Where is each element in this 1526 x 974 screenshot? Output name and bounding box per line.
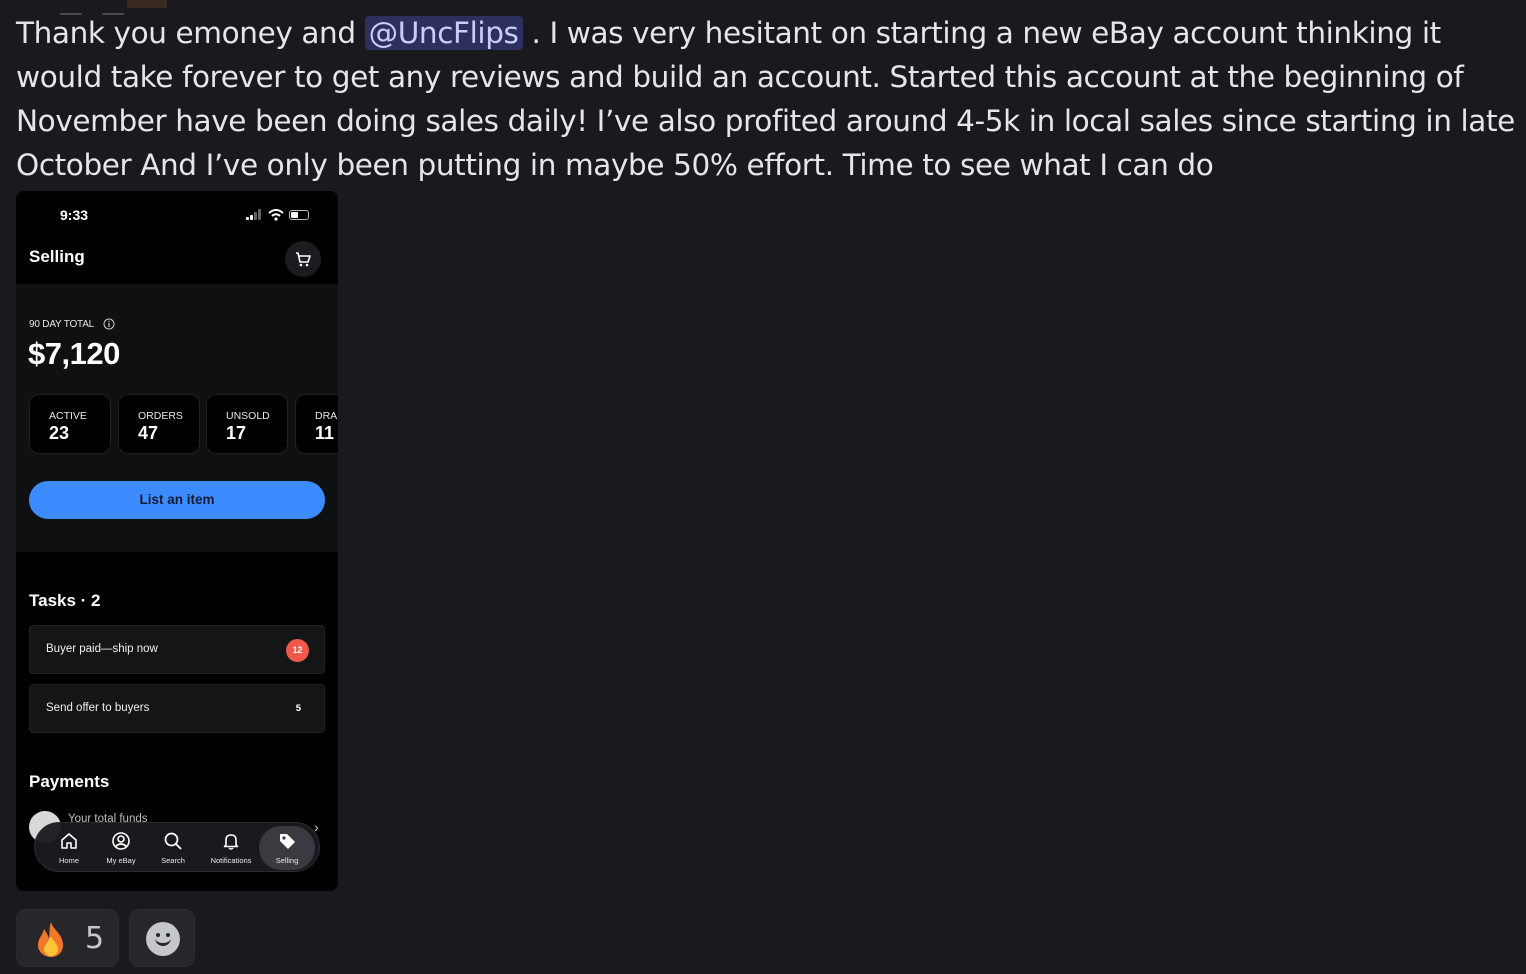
tab-selling[interactable]: Selling bbox=[259, 826, 315, 870]
battery-icon bbox=[289, 210, 309, 220]
tab-label: Home bbox=[58, 856, 79, 865]
tasks-title: Tasks · 2 bbox=[29, 591, 101, 610]
tab-label: Search bbox=[161, 856, 185, 865]
message-text: Thank you emoney and @UncFlips . I was v… bbox=[16, 11, 1516, 187]
stat-value: 11 bbox=[315, 423, 335, 443]
task-count-badge: 12 bbox=[286, 639, 309, 662]
task-count: 5 bbox=[295, 703, 301, 714]
task-label: Buyer paid—ship now bbox=[46, 643, 158, 655]
wifi-icon bbox=[268, 209, 284, 221]
stat-value: 23 bbox=[49, 423, 70, 443]
status-bar-icons bbox=[246, 209, 316, 221]
stat-card-orders[interactable]: ORDERS 47 bbox=[118, 394, 200, 454]
fire-emoji-icon bbox=[38, 922, 63, 957]
info-icon[interactable] bbox=[103, 318, 115, 330]
stat-label: UNSOLD bbox=[226, 410, 270, 422]
signal-icon bbox=[246, 209, 262, 220]
stat-label: DRAI bbox=[315, 410, 338, 422]
stats-row: ACTIVE 23 ORDERS 47 UNSOLD 17 DRAI 11 bbox=[29, 394, 338, 454]
stat-card-active[interactable]: ACTIVE 23 bbox=[29, 394, 111, 454]
search-icon bbox=[164, 832, 182, 850]
previous-message-text-edge bbox=[60, 0, 360, 15]
reaction-count: 5 bbox=[85, 921, 105, 956]
list-item-button[interactable]: List an item bbox=[29, 481, 325, 519]
task-row-ship-now[interactable]: Buyer paid—ship now 12 bbox=[29, 625, 325, 674]
total-label: 90 DAY TOTAL bbox=[29, 319, 95, 330]
stat-label: ACTIVE bbox=[49, 410, 87, 422]
attached-screenshot[interactable]: 9:33 Selling 90 DAY TOTAL $7,120 ACTIVE … bbox=[16, 191, 338, 891]
cart-button[interactable] bbox=[285, 241, 321, 277]
user-circle-icon bbox=[112, 832, 130, 850]
stat-card-unsold[interactable]: UNSOLD 17 bbox=[206, 394, 288, 454]
previous-message-edge bbox=[0, 0, 1526, 15]
payments-title: Payments bbox=[29, 772, 110, 791]
tab-notifications[interactable]: Notifications bbox=[203, 823, 259, 873]
tab-search[interactable]: Search bbox=[145, 823, 201, 873]
task-label: Send offer to buyers bbox=[46, 702, 150, 714]
tab-label: Selling bbox=[275, 856, 299, 865]
reaction-fire[interactable]: 5 bbox=[16, 909, 119, 967]
status-time: 9:33 bbox=[60, 207, 89, 223]
smiley-icon bbox=[146, 922, 180, 956]
avatar-edge bbox=[127, 0, 167, 8]
tab-label: My eBay bbox=[106, 856, 136, 865]
stat-label: ORDERS bbox=[138, 410, 183, 422]
bell-icon bbox=[223, 834, 239, 850]
user-mention[interactable]: @UncFlips bbox=[364, 16, 523, 50]
page-title: Selling bbox=[29, 247, 85, 266]
tag-icon bbox=[280, 834, 295, 849]
task-row-send-offer[interactable]: Send offer to buyers 5 bbox=[29, 684, 325, 733]
tab-my-ebay[interactable]: My eBay bbox=[93, 823, 149, 873]
tab-home[interactable]: Home bbox=[41, 823, 97, 873]
add-reaction-button[interactable] bbox=[129, 909, 195, 967]
bottom-tab-bar: Home My eBay Search Notifications Sellin… bbox=[34, 822, 320, 872]
stat-card-drafts[interactable]: DRAI 11 bbox=[295, 394, 338, 454]
cart-icon bbox=[296, 252, 311, 267]
total-value: $7,120 bbox=[28, 336, 120, 371]
home-icon bbox=[61, 833, 77, 849]
stat-value: 47 bbox=[138, 423, 159, 443]
tab-label: Notifications bbox=[210, 856, 252, 865]
stat-value: 17 bbox=[226, 423, 247, 443]
message-text-before-mention: Thank you emoney and bbox=[16, 16, 365, 50]
